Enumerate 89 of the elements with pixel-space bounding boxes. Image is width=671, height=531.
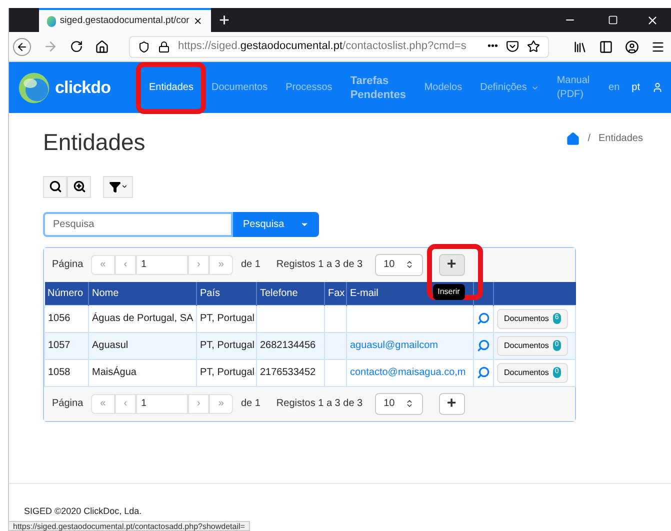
column-header: Nome bbox=[88, 282, 196, 305]
status-bar: https://siged.gestaodocumental.pt/contactosadd.php?showdetail= bbox=[8, 521, 250, 531]
table-cell: PT, Portugal bbox=[200, 313, 254, 324]
column-header: Telefone bbox=[256, 282, 324, 305]
insert-button[interactable]: + bbox=[438, 254, 465, 276]
first-page-button[interactable]: « bbox=[91, 394, 115, 414]
page-count: de 1 bbox=[240, 258, 260, 272]
search-submit-button[interactable]: Pesquisa bbox=[233, 212, 320, 236]
browser-tab[interactable]: siged.gestaodocumental.pt/cor bbox=[39, 8, 211, 32]
library-icon[interactable] bbox=[573, 40, 587, 54]
favicon-icon bbox=[47, 16, 56, 26]
logo-text: clickdo bbox=[55, 76, 111, 99]
insert-button[interactable]: + bbox=[438, 392, 465, 414]
user-icon[interactable] bbox=[652, 82, 663, 93]
records-info: Registos 1 a 3 de 3 bbox=[276, 397, 363, 411]
page-field[interactable]: 1 bbox=[136, 254, 188, 274]
new-tab-button[interactable]: + bbox=[211, 8, 238, 32]
table-cell: 1057 bbox=[48, 340, 70, 351]
nav-link[interactable]: Modelos bbox=[424, 80, 462, 94]
tooltip: Inserir bbox=[432, 284, 465, 300]
column-header: País bbox=[196, 282, 256, 305]
search-icon bbox=[48, 180, 62, 193]
footer-text: SIGED ©2020 ClickDoc, Lda. bbox=[24, 505, 142, 518]
pager-label: Página bbox=[52, 258, 84, 272]
filter-button[interactable] bbox=[103, 176, 133, 198]
search-icon[interactable] bbox=[477, 339, 490, 352]
page-title: Entidades bbox=[43, 128, 146, 157]
nav-link[interactable]: Entidades bbox=[149, 80, 194, 94]
shield-icon bbox=[138, 40, 150, 52]
last-page-button[interactable]: » bbox=[209, 394, 233, 414]
breadcrumb: Entidades bbox=[598, 132, 643, 146]
pager-label: Página bbox=[52, 397, 84, 411]
page-actions-icon[interactable]: ••• bbox=[487, 39, 498, 54]
nav-link[interactable]: Documentos bbox=[211, 80, 268, 94]
maximize-icon[interactable] bbox=[608, 15, 618, 25]
select-arrows-icon bbox=[404, 399, 414, 408]
pocket-icon[interactable] bbox=[506, 40, 519, 53]
page-field[interactable]: 1 bbox=[136, 394, 188, 414]
column-header: Fax bbox=[324, 282, 346, 305]
account-icon[interactable] bbox=[625, 40, 639, 54]
caret-icon bbox=[120, 183, 128, 190]
table-cell: 1058 bbox=[48, 367, 70, 378]
table-cell: 1056 bbox=[48, 313, 70, 324]
breadcrumb-separator: / bbox=[588, 132, 591, 146]
table-cell: 2176533452 bbox=[260, 367, 316, 378]
language-link[interactable]: pt bbox=[632, 80, 640, 95]
filter-icon bbox=[108, 180, 120, 192]
close-window-icon[interactable] bbox=[646, 14, 659, 26]
table-cell: PT, Portugal bbox=[200, 367, 254, 378]
nav-link[interactable]: Definições bbox=[480, 80, 539, 94]
next-page-button[interactable]: › bbox=[188, 254, 210, 274]
menu-icon[interactable] bbox=[651, 40, 665, 54]
zoom-icon bbox=[72, 180, 86, 193]
records-info: Registos 1 a 3 de 3 bbox=[276, 258, 363, 272]
language-link[interactable]: en bbox=[608, 80, 620, 95]
lock-icon bbox=[158, 40, 170, 52]
nav-link[interactable]: Processos bbox=[286, 80, 332, 94]
table-cell: 2682134456 bbox=[260, 340, 316, 351]
zoom-button[interactable] bbox=[67, 176, 91, 198]
tab-title: siged.gestaodocumental.pt/cor bbox=[60, 14, 190, 28]
previous-page-button[interactable]: ‹ bbox=[114, 254, 136, 274]
close-tab-icon[interactable] bbox=[193, 15, 203, 27]
first-page-button[interactable]: « bbox=[91, 254, 115, 274]
select-arrows-icon bbox=[404, 260, 414, 269]
table-cell: PT, Portugal bbox=[200, 340, 254, 351]
page-size-select[interactable]: 10 bbox=[374, 254, 423, 276]
bookmark-star-icon[interactable] bbox=[527, 40, 540, 53]
page-size-select[interactable]: 10 bbox=[374, 392, 423, 414]
search-icon[interactable] bbox=[477, 366, 490, 379]
nav-link[interactable]: Tarefas Pendentes bbox=[350, 74, 406, 102]
search-field[interactable]: Pesquisa bbox=[43, 212, 233, 236]
reload-icon[interactable] bbox=[70, 40, 83, 53]
next-page-button[interactable]: › bbox=[188, 394, 210, 414]
search-icon[interactable] bbox=[477, 312, 490, 325]
table-cell: Aguasul bbox=[92, 340, 128, 351]
previous-page-button[interactable]: ‹ bbox=[114, 394, 136, 414]
search-button[interactable] bbox=[43, 176, 67, 198]
last-page-button[interactable]: » bbox=[209, 254, 233, 274]
url-text: https://siged.gestaodocumental.pt/contactoslist.php?cmd=s bbox=[178, 39, 468, 54]
table-cell: Águas de Portugal, SA bbox=[92, 313, 194, 324]
logo-icon bbox=[17, 70, 51, 104]
sidebar-icon[interactable] bbox=[599, 40, 613, 54]
home-icon[interactable] bbox=[95, 40, 109, 54]
address-bar[interactable]: https://siged.gestaodocumental.pt/contactoslist.php?cmd=s ••• bbox=[129, 36, 549, 58]
column-header: Número bbox=[44, 282, 88, 305]
page-count: de 1 bbox=[240, 397, 260, 411]
nav-link[interactable]: Manual (PDF) bbox=[556, 74, 597, 102]
table-cell: MaisÁgua bbox=[92, 367, 136, 378]
back-icon[interactable] bbox=[13, 38, 31, 56]
